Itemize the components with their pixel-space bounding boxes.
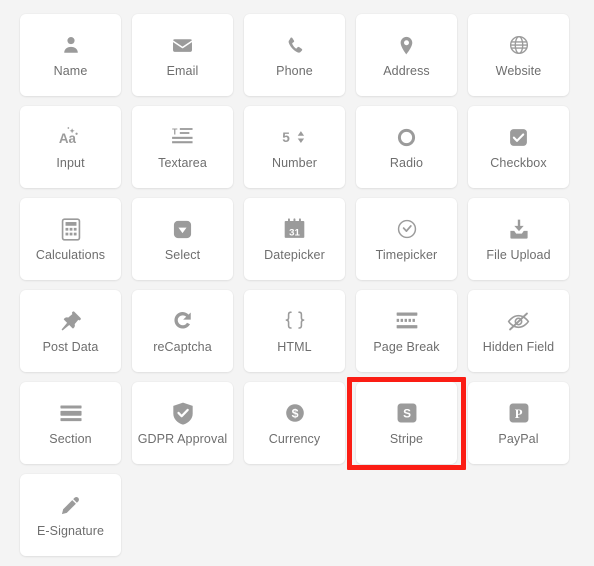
svg-text:Aa: Aa xyxy=(59,132,77,147)
shield-check-icon xyxy=(172,400,194,426)
field-card-label: Hidden Field xyxy=(482,340,555,355)
field-card-post-data[interactable]: Post Data xyxy=(20,290,121,372)
field-card-label: HTML xyxy=(277,340,312,355)
svg-text:P: P xyxy=(514,407,522,421)
svg-text:S: S xyxy=(403,407,411,421)
field-card-label: Currency xyxy=(268,432,321,447)
paypal-logo-icon: P xyxy=(509,400,529,426)
envelope-icon xyxy=(171,32,194,58)
field-card-e-signature[interactable]: E-Signature xyxy=(20,474,121,556)
field-card-recaptcha[interactable]: reCaptcha xyxy=(132,290,233,372)
field-card-paypal[interactable]: P PayPal xyxy=(468,382,569,464)
field-card-number[interactable]: 5 Number xyxy=(244,106,345,188)
field-card-label: Textarea xyxy=(158,156,207,171)
field-card-label: Number xyxy=(271,156,318,171)
dollar-coin-icon: $ xyxy=(284,400,306,426)
field-card-select[interactable]: Select xyxy=(132,198,233,280)
curly-braces-icon xyxy=(283,308,307,334)
map-pin-icon xyxy=(396,32,417,58)
field-card-label: E-Signature xyxy=(36,524,105,539)
field-card-label: Post Data xyxy=(42,340,99,355)
field-card-datepicker[interactable]: 31 Datepicker xyxy=(244,198,345,280)
field-card-address[interactable]: Address xyxy=(356,14,457,96)
field-card-label: Phone xyxy=(276,64,313,79)
field-card-label: Name xyxy=(53,64,88,79)
calculator-icon xyxy=(61,216,81,242)
globe-icon xyxy=(508,32,530,58)
field-card-label: File Upload xyxy=(486,248,551,263)
svg-text:31: 31 xyxy=(289,228,300,239)
field-card-label: Website xyxy=(495,64,542,79)
field-card-label: PayPal xyxy=(498,432,539,447)
field-card-name[interactable]: Name xyxy=(20,14,121,96)
field-card-phone[interactable]: Phone xyxy=(244,14,345,96)
field-card-stripe[interactable]: S Stripe xyxy=(356,382,457,464)
clock-icon xyxy=(396,216,418,242)
field-card-label: Datepicker xyxy=(264,248,325,263)
field-card-label: Stripe xyxy=(389,432,424,447)
field-card-label: Input xyxy=(56,156,85,171)
field-card-label: Timepicker xyxy=(375,248,438,263)
field-card-textarea[interactable]: T Textarea xyxy=(132,106,233,188)
upload-tray-icon xyxy=(508,216,530,242)
svg-text:T: T xyxy=(172,127,178,136)
field-card-file-upload[interactable]: File Upload xyxy=(468,198,569,280)
field-card-label: Page Break xyxy=(373,340,440,355)
field-card-label: Calculations xyxy=(35,248,106,263)
field-card-website[interactable]: Website xyxy=(468,14,569,96)
person-icon xyxy=(60,32,82,58)
svg-text:5: 5 xyxy=(282,130,290,145)
pencil-icon xyxy=(60,492,81,518)
stripe-logo-icon: S xyxy=(397,400,417,426)
refresh-arrow-icon xyxy=(172,308,193,334)
field-card-timepicker[interactable]: Timepicker xyxy=(356,198,457,280)
page-break-icon xyxy=(396,308,418,334)
text-aa-icon: Aa xyxy=(58,124,83,150)
field-card-page-break[interactable]: Page Break xyxy=(356,290,457,372)
field-card-gdpr-approval[interactable]: GDPR Approval xyxy=(132,382,233,464)
field-card-hidden-field[interactable]: Hidden Field xyxy=(468,290,569,372)
radio-circle-icon xyxy=(396,124,417,150)
checkbox-icon xyxy=(508,124,529,150)
svg-text:$: $ xyxy=(291,407,298,421)
field-card-checkbox[interactable]: Checkbox xyxy=(468,106,569,188)
field-card-label: Radio xyxy=(389,156,424,171)
phone-icon xyxy=(284,32,305,58)
field-card-calculations[interactable]: Calculations xyxy=(20,198,121,280)
text-lines-icon: T xyxy=(171,124,194,150)
section-bars-icon xyxy=(59,400,82,426)
field-card-radio[interactable]: Radio xyxy=(356,106,457,188)
dropdown-caret-icon xyxy=(172,216,193,242)
field-card-label: Section xyxy=(49,432,92,447)
number-spinner-icon: 5 xyxy=(282,124,308,150)
field-card-label: Checkbox xyxy=(490,156,547,171)
field-card-currency[interactable]: $ Currency xyxy=(244,382,345,464)
field-card-email[interactable]: Email xyxy=(132,14,233,96)
field-type-grid: Name Email Phone Address Website Aa Input T Text… xyxy=(20,14,574,556)
field-card-html[interactable]: HTML xyxy=(244,290,345,372)
field-card-label: Email xyxy=(166,64,199,79)
field-card-label: Select xyxy=(164,248,201,263)
field-card-label: GDPR Approval xyxy=(137,432,228,447)
field-card-input[interactable]: Aa Input xyxy=(20,106,121,188)
field-card-label: reCaptcha xyxy=(153,340,212,355)
calendar-31-icon: 31 xyxy=(284,216,305,242)
eye-slash-icon xyxy=(507,308,530,334)
pushpin-icon xyxy=(60,308,82,334)
field-card-section[interactable]: Section xyxy=(20,382,121,464)
field-card-label: Address xyxy=(383,64,430,79)
